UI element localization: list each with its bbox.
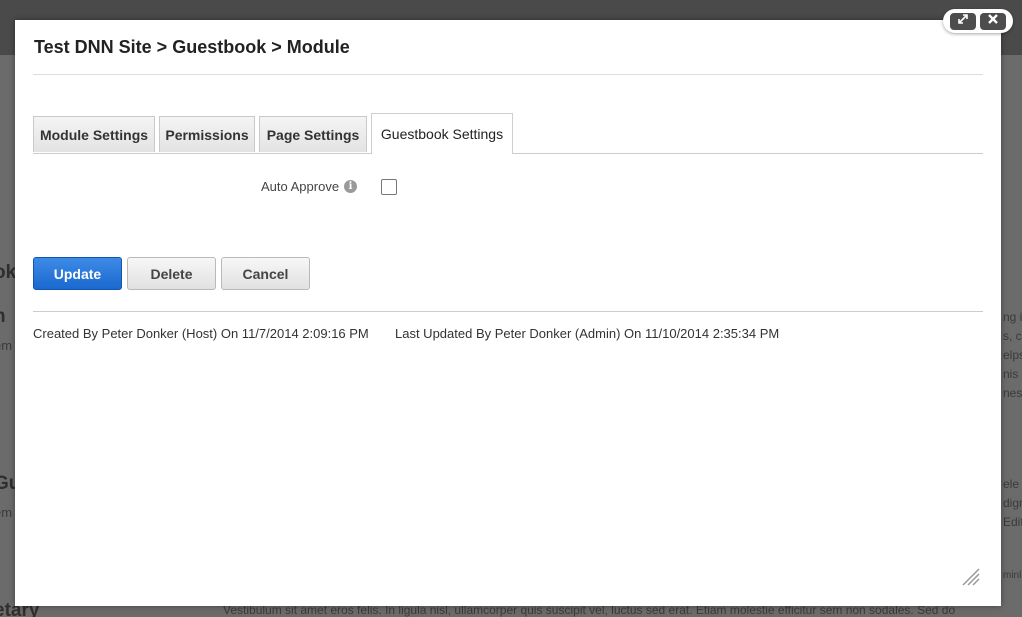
background-text: ele xyxy=(1003,477,1020,491)
background-text: dign xyxy=(1003,496,1022,510)
last-updated-text: Last Updated By Peter Donker (Admin) On … xyxy=(395,326,780,341)
window-controls xyxy=(943,9,1013,33)
auto-approve-label: Auto Approve xyxy=(261,179,340,194)
maximize-button[interactable] xyxy=(950,12,976,30)
tab-permissions[interactable]: Permissions xyxy=(159,116,255,152)
resize-grip-icon[interactable] xyxy=(960,566,982,588)
title-divider xyxy=(33,74,983,75)
module-settings-dialog: Test DNN Site > Guestbook > Module Modul… xyxy=(15,20,1001,606)
background-text: minl xyxy=(1003,570,1022,581)
tab-page-settings[interactable]: Page Settings xyxy=(259,116,367,152)
cancel-button[interactable]: Cancel xyxy=(221,257,310,290)
background-text: n xyxy=(0,306,6,328)
background-text: elpsu xyxy=(1003,348,1022,362)
update-button[interactable]: Update xyxy=(33,257,122,290)
expand-icon xyxy=(956,12,970,30)
background-text: ok xyxy=(0,262,17,283)
background-text: Edit xyxy=(1003,515,1022,529)
background-text: ng it xyxy=(1003,310,1022,324)
close-button[interactable] xyxy=(980,12,1006,30)
background-text: em xyxy=(0,505,13,520)
background-text: nes xyxy=(1003,386,1022,400)
created-by-text: Created By Peter Donker (Host) On 11/7/2… xyxy=(33,326,369,341)
close-icon xyxy=(987,12,999,30)
info-icon[interactable]: i xyxy=(344,180,357,193)
background-text: nis l xyxy=(1003,367,1022,381)
dialog-title: Test DNN Site > Guestbook > Module xyxy=(34,37,350,57)
background-text: em xyxy=(0,338,13,353)
delete-button[interactable]: Delete xyxy=(127,257,216,290)
background-text: s, c xyxy=(1003,329,1022,343)
tab-guestbook-settings[interactable]: Guestbook Settings xyxy=(371,113,513,154)
actions-divider xyxy=(33,311,983,312)
auto-approve-checkbox[interactable] xyxy=(381,179,397,195)
tab-module-settings[interactable]: Module Settings xyxy=(33,116,155,152)
